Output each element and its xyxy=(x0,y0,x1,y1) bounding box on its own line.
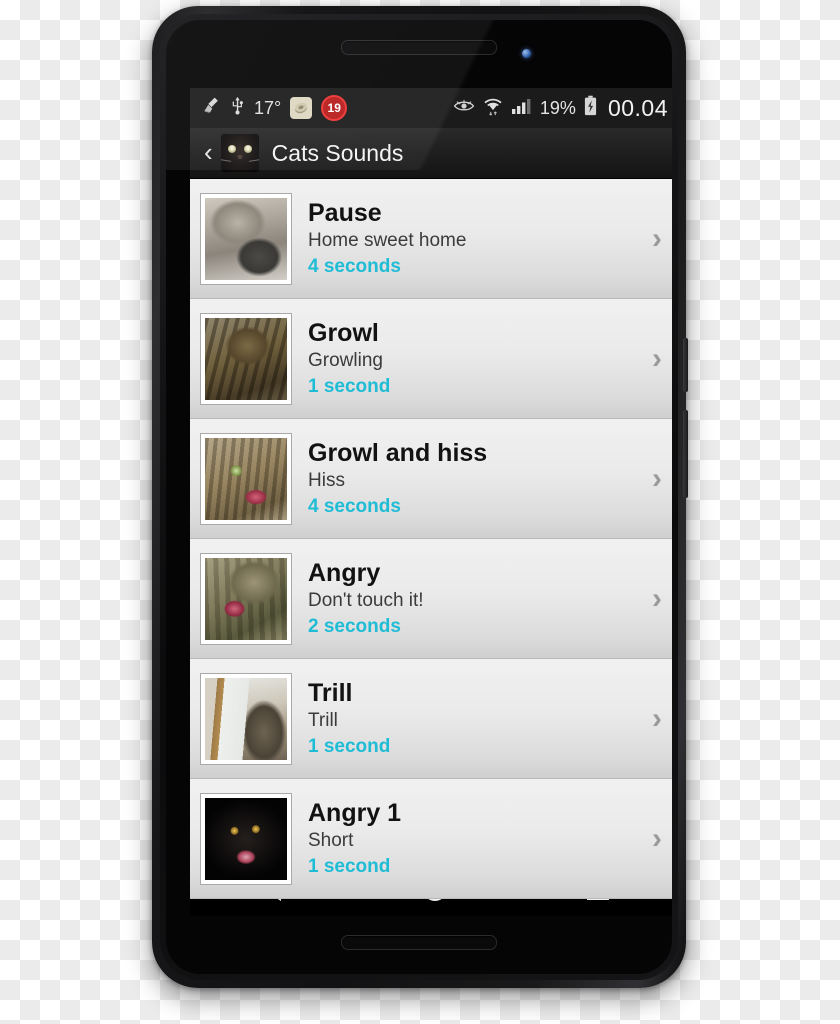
notification-count-badge: 19 xyxy=(321,95,348,121)
list-item-title: Angry xyxy=(308,558,381,587)
list-item-title: Growl and hiss xyxy=(308,438,488,467)
usb-icon xyxy=(230,95,245,121)
cats-sounds-app-icon xyxy=(220,134,259,172)
action-bar: ‹ Cats Sounds xyxy=(190,128,672,179)
list-item-subtitle: Short xyxy=(308,829,354,851)
back-chevron-icon[interactable]: ‹ xyxy=(200,139,221,168)
app-icon-eye-right xyxy=(243,145,252,153)
status-bar: 17° 19 19% 00.04 xyxy=(190,88,672,128)
list-item-duration: 4 seconds xyxy=(308,255,401,277)
cleaner-broom-icon xyxy=(202,96,221,121)
status-bar-clock: 00.04 xyxy=(607,94,668,121)
list-item-duration: 1 second xyxy=(308,375,391,397)
app-icon-whisker-right xyxy=(248,159,259,162)
status-bar-right-icons: 19% 00.04 xyxy=(453,95,668,122)
eye-icon xyxy=(453,98,475,119)
list-item-subtitle: Home sweet home xyxy=(308,229,467,251)
sound-list[interactable]: Pause Home sweet home 4 seconds › Growl … xyxy=(190,179,672,899)
status-bar-left-icons: 17° 19 xyxy=(202,95,348,121)
app-icon-nose xyxy=(237,155,243,159)
screenshot-canvas: 17° 19 19% 00.04 ‹ Cats Sounds Pause Hom… xyxy=(0,0,840,1024)
android-screen: 17° 19 19% 00.04 ‹ Cats Sounds Pause Hom… xyxy=(190,88,672,916)
list-item-subtitle: Trill xyxy=(308,709,338,731)
list-item-text: Growl and hiss Hiss 4 seconds xyxy=(308,439,634,519)
battery-percent-label: 19% xyxy=(539,97,576,118)
chevron-right-icon[interactable]: › xyxy=(634,703,672,734)
thumbnail-growl-and-hiss xyxy=(200,432,292,525)
list-item[interactable]: Pause Home sweet home 4 seconds › xyxy=(190,179,672,299)
chevron-right-icon[interactable]: › xyxy=(634,463,672,494)
list-item-duration: 2 seconds xyxy=(308,615,401,637)
chevron-right-icon[interactable]: › xyxy=(634,343,672,374)
thumbnail-trill xyxy=(200,672,292,765)
list-item-duration: 1 second xyxy=(308,735,391,757)
list-item-title: Growl xyxy=(308,318,379,347)
page-title: Cats Sounds xyxy=(271,139,404,166)
list-item-text: Pause Home sweet home 4 seconds xyxy=(308,199,634,279)
list-item-duration: 1 second xyxy=(308,855,391,877)
list-item[interactable]: Angry 1 Short 1 second › xyxy=(190,779,672,899)
phone-device: 17° 19 19% 00.04 ‹ Cats Sounds Pause Hom… xyxy=(152,6,688,988)
app-tile-icon xyxy=(290,97,313,119)
app-icon-whisker-left xyxy=(220,159,231,162)
list-item[interactable]: Growl Growling 1 second › xyxy=(190,299,672,419)
thumbnail-angry-1 xyxy=(200,792,292,885)
chevron-right-icon[interactable]: › xyxy=(634,823,672,854)
list-item-duration: 4 seconds xyxy=(308,495,401,517)
wifi-icon xyxy=(482,96,504,121)
chevron-right-icon[interactable]: › xyxy=(634,223,672,254)
list-item-title: Trill xyxy=(308,678,353,707)
cellular-signal-icon xyxy=(511,97,533,120)
list-item-subtitle: Growling xyxy=(308,349,383,371)
notification-led xyxy=(522,49,531,58)
list-item-title: Angry 1 xyxy=(308,798,402,827)
bottom-speaker xyxy=(341,935,497,950)
thumbnail-angry xyxy=(200,552,292,645)
chevron-right-icon[interactable]: › xyxy=(634,583,672,614)
thumbnail-pause xyxy=(200,192,292,285)
list-item-title: Pause xyxy=(308,198,382,227)
list-item-text: Trill Trill 1 second xyxy=(308,679,634,759)
list-item-subtitle: Don't touch it! xyxy=(308,589,424,611)
power-button[interactable] xyxy=(683,338,688,392)
list-item-text: Growl Growling 1 second xyxy=(308,319,634,399)
volume-button[interactable] xyxy=(683,410,688,498)
list-item-text: Angry Don't touch it! 2 seconds xyxy=(308,559,634,639)
list-item[interactable]: Trill Trill 1 second › xyxy=(190,659,672,779)
app-icon-eye-left xyxy=(227,145,236,153)
earpiece-speaker xyxy=(341,40,497,55)
temperature-label: 17° xyxy=(254,97,282,118)
list-item[interactable]: Angry Don't touch it! 2 seconds › xyxy=(190,539,672,659)
battery-charging-icon xyxy=(583,95,598,121)
list-item-subtitle: Hiss xyxy=(308,469,345,491)
list-item[interactable]: Growl and hiss Hiss 4 seconds › xyxy=(190,419,672,539)
list-item-text: Angry 1 Short 1 second xyxy=(308,799,634,879)
thumbnail-growl xyxy=(200,312,292,405)
phone-glass: 17° 19 19% 00.04 ‹ Cats Sounds Pause Hom… xyxy=(166,20,672,974)
